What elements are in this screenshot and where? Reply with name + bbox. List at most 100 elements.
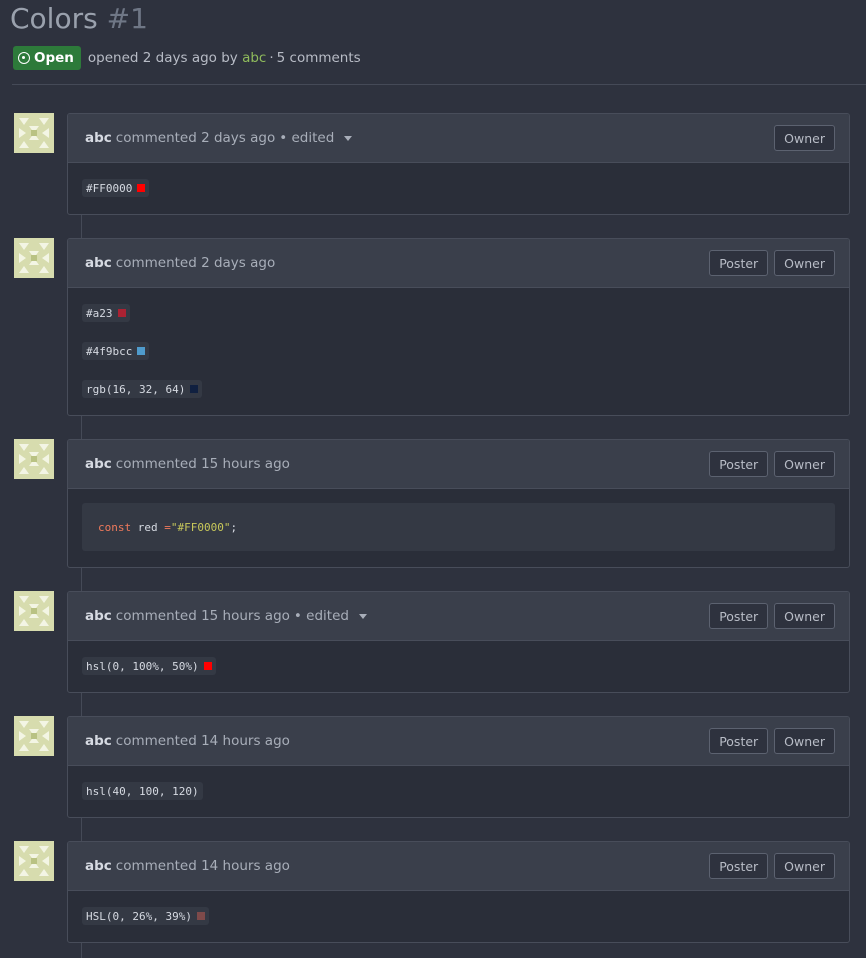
inline-code: HSL(0, 26%, 39%): [82, 907, 209, 925]
comment-body: const red = "#FF0000";: [68, 503, 849, 551]
comment-box: abc commented 2 days ago Poster Owner #a23 #4…: [67, 238, 850, 416]
inline-code: hsl(40, 100, 120): [82, 782, 203, 800]
code-keyword: const: [98, 520, 132, 534]
inline-code: #a23: [82, 304, 130, 322]
meta-separator: ·: [269, 50, 274, 66]
edited-label: • edited: [279, 130, 335, 146]
code-line: #FF0000: [82, 169, 835, 207]
comment-box: abc commented 14 hours ago Poster Owner hsl(…: [67, 716, 850, 818]
color-swatch: [190, 385, 199, 393]
role-badge-poster: Poster: [709, 250, 769, 276]
avatar[interactable]: [14, 591, 54, 631]
code-block: const red = "#FF0000";: [82, 503, 835, 551]
color-swatch: [203, 662, 212, 670]
avatar[interactable]: [14, 113, 54, 153]
code-text: #4f9bcc: [86, 344, 133, 358]
comment-header: abc commented 2 days ago Poster Owner: [68, 239, 849, 288]
avatar[interactable]: [14, 238, 54, 278]
comment: abc commented 14 hours ago Poster Owner HSL(…: [0, 841, 866, 943]
color-swatch: [137, 184, 146, 192]
divider: [12, 84, 866, 85]
comment-author[interactable]: abc: [85, 608, 112, 624]
comment-author[interactable]: abc: [85, 456, 112, 472]
code-operator: =: [164, 520, 171, 534]
role-badge-poster: Poster: [709, 603, 769, 629]
comment-time[interactable]: commented 15 hours ago: [116, 456, 290, 472]
avatar[interactable]: [14, 439, 54, 479]
comments-count: 5 comments: [276, 50, 361, 66]
color-swatch: [137, 347, 146, 355]
comment-header: abc commented 2 days ago • edited Owner: [68, 114, 849, 163]
comment-header: abc commented 14 hours ago Poster Owner: [68, 842, 849, 891]
status-label: Open: [34, 50, 74, 66]
role-badge-poster: Poster: [709, 853, 769, 879]
comment-body: HSL(0, 26%, 39%): [68, 891, 849, 935]
comment-box: abc commented 15 hours ago Poster Owner cons…: [67, 439, 850, 568]
comment-header: abc commented 14 hours ago Poster Owner: [68, 717, 849, 766]
issue-number: #1: [106, 2, 148, 35]
code-line: hsl(40, 100, 120): [82, 772, 835, 810]
role-badge-owner: Owner: [774, 451, 835, 477]
inline-code: #FF0000: [82, 179, 150, 197]
comment: abc commented 2 days ago Poster Owner #a23 #4…: [0, 238, 866, 416]
code-line: hsl(0, 100%, 50%): [82, 647, 835, 685]
code-text: HSL(0, 26%, 39%): [86, 909, 192, 923]
issue-title-text: Colors: [10, 2, 98, 35]
issue-title: Colors #1: [10, 0, 148, 38]
comment-time[interactable]: commented 15 hours ago: [116, 608, 290, 624]
comment-author[interactable]: abc: [85, 858, 112, 874]
avatar[interactable]: [14, 716, 54, 756]
comment-author[interactable]: abc: [85, 255, 112, 271]
opened-text: opened 2 days ago by: [87, 50, 238, 66]
chevron-down-icon: [358, 613, 367, 619]
issue-meta: Open opened 2 days ago by abc · 5 commen…: [13, 46, 361, 70]
comment-body: #a23 #4f9bcc rgb(16, 32, 64): [68, 288, 849, 408]
code-string: "#FF0000": [170, 520, 231, 534]
color-swatch: [196, 912, 205, 920]
code-line: #a23: [82, 294, 835, 332]
comment-author[interactable]: abc: [85, 733, 112, 749]
code-text: hsl(0, 100%, 50%): [86, 659, 199, 673]
comment-time[interactable]: commented 2 days ago: [116, 130, 275, 146]
code-text: rgb(16, 32, 64): [86, 382, 186, 396]
comment-body: hsl(0, 100%, 50%): [68, 641, 849, 685]
role-badge-owner: Owner: [774, 603, 835, 629]
status-badge: Open: [13, 46, 81, 70]
avatar[interactable]: [14, 841, 54, 881]
edited-dropdown[interactable]: • edited: [279, 130, 353, 146]
comment: abc commented 15 hours ago • edited Poster O…: [0, 591, 866, 693]
comment-time[interactable]: commented 14 hours ago: [116, 733, 290, 749]
comment-box: abc commented 2 days ago • edited Owner #FF0…: [67, 113, 850, 215]
role-badge-owner: Owner: [774, 728, 835, 754]
role-badge-owner: Owner: [774, 250, 835, 276]
role-badge-poster: Poster: [709, 728, 769, 754]
comment-header: abc commented 15 hours ago Poster Owner: [68, 440, 849, 489]
role-badge-owner: Owner: [774, 853, 835, 879]
code-line: #4f9bcc: [82, 332, 835, 370]
code-text: hsl(40, 100, 120): [86, 784, 199, 798]
author-link[interactable]: abc: [242, 50, 266, 66]
comment-body: hsl(40, 100, 120): [68, 766, 849, 810]
comment-body: #FF0000: [68, 163, 849, 207]
comment-time[interactable]: commented 14 hours ago: [116, 858, 290, 874]
code-identifier: red: [131, 520, 165, 534]
comment-author[interactable]: abc: [85, 130, 112, 146]
comment: abc commented 15 hours ago Poster Owner cons…: [0, 439, 866, 568]
comment: abc commented 2 days ago • edited Owner #FF0…: [0, 113, 866, 215]
comment-box: abc commented 15 hours ago • edited Poster O…: [67, 591, 850, 693]
comment-header: abc commented 15 hours ago • edited Poster O…: [68, 592, 849, 641]
edited-dropdown[interactable]: • edited: [294, 608, 367, 624]
color-swatch: [117, 309, 126, 317]
comment-time[interactable]: commented 2 days ago: [116, 255, 275, 271]
edited-label: • edited: [293, 608, 349, 624]
inline-code: hsl(0, 100%, 50%): [82, 657, 216, 675]
code-text: #FF0000: [86, 181, 133, 195]
issue-opened-icon: [18, 52, 30, 64]
chevron-down-icon: [344, 135, 353, 141]
comment-box: abc commented 14 hours ago Poster Owner HSL(…: [67, 841, 850, 943]
code-line: rgb(16, 32, 64): [82, 370, 835, 408]
comment: abc commented 14 hours ago Poster Owner hsl(…: [0, 716, 866, 818]
inline-code: rgb(16, 32, 64): [82, 380, 203, 398]
code-line: HSL(0, 26%, 39%): [82, 897, 835, 935]
role-badge-owner: Owner: [774, 125, 835, 151]
